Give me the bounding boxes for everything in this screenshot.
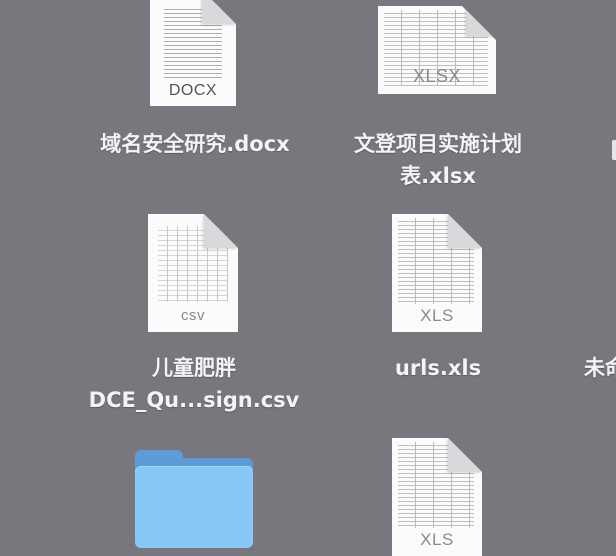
file-type-tag: XLS xyxy=(420,306,454,325)
page-fold xyxy=(448,438,482,472)
file-name-label-line1: 儿童肥胖 xyxy=(152,356,236,380)
partial-icon-edge xyxy=(612,140,616,160)
file-name-label-line2: DCE_Qu...sign.csv xyxy=(88,388,300,412)
page-fold xyxy=(202,0,236,24)
file-name-label-line2: 表.xlsx xyxy=(400,164,476,188)
desktop-file-xlsx[interactable]: XLSX 文登项目实施计划 表.xlsx xyxy=(330,0,546,195)
desktop-file-xls-2[interactable]: XLS xyxy=(392,438,484,556)
desktop-folder[interactable] xyxy=(135,450,255,556)
file-type-tag: csv xyxy=(181,307,205,324)
csv-icon: csv xyxy=(148,214,238,332)
desktop-file-partial[interactable]: 未命 xyxy=(584,340,616,400)
spreadsheet-icon: XLS xyxy=(392,214,482,332)
spreadsheet-icon: XLS xyxy=(392,438,482,556)
file-name-label: urls.xls xyxy=(394,356,482,380)
document-icon: DOCX xyxy=(150,0,236,106)
spreadsheet-icon: XLSX xyxy=(378,6,496,94)
desktop-file-csv[interactable]: csv 儿童肥胖 DCE_Qu...sign.csv xyxy=(78,212,310,417)
file-name-label-line1: 文登项目实施计划 xyxy=(354,132,522,156)
desktop-file-docx[interactable]: DOCX 域名安全研究.docx xyxy=(80,0,310,170)
folder-front xyxy=(135,466,253,548)
page-fold xyxy=(448,214,482,248)
file-name-label: 未命 xyxy=(584,356,616,380)
page-fold xyxy=(204,214,238,248)
desktop-file-xls[interactable]: XLS urls.xls xyxy=(360,212,516,387)
file-type-tag: XLSX xyxy=(412,66,462,86)
file-name-label: 域名安全研究.docx xyxy=(100,132,290,156)
file-type-tag: DOCX xyxy=(168,82,218,99)
page-fold xyxy=(466,6,496,36)
file-type-tag: XLS xyxy=(420,530,454,549)
folder-icon xyxy=(135,450,253,548)
